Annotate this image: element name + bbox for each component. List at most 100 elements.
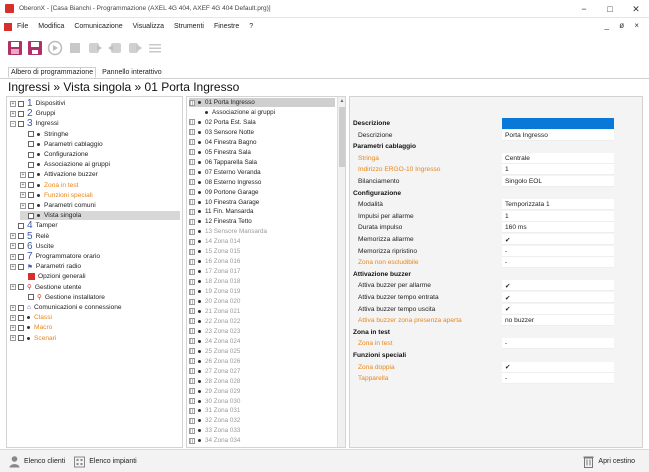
property-row[interactable]: Attiva buzzer tempo uscita ✔ [350,303,642,315]
expand-toggle-icon[interactable] [189,159,195,166]
zone-list-item[interactable]: 05 Finestra Sala [189,148,335,157]
stop-icon[interactable] [66,40,83,57]
checkbox[interactable] [18,314,24,321]
expand-toggle-icon[interactable] [189,407,195,414]
expand-toggle-icon[interactable] [189,398,195,404]
expand-toggle-icon[interactable] [189,268,195,275]
expand-toggle-icon[interactable]: − [10,120,16,127]
property-row[interactable]: Zona doppia ✔ [350,361,642,373]
client-list-button[interactable]: Elenco clienti [8,455,65,468]
checkbox[interactable] [18,335,24,342]
zone-list-item[interactable]: 15 Zona 015 [189,247,335,256]
tree-item[interactable]: + Zona in test [20,181,78,190]
maximize-button[interactable]: □ [597,0,623,18]
property-row[interactable]: Descrizione Porta Ingresso [350,129,642,141]
property-value-box[interactable] [502,292,614,303]
property-value-box[interactable] [502,210,614,222]
expand-toggle-icon[interactable] [189,208,195,215]
expand-toggle-icon[interactable]: + [20,171,26,178]
property-row[interactable]: Tapparella - [350,373,642,385]
checkbox[interactable] [28,192,34,199]
zone-list-item[interactable]: Associazione ai gruppi [189,108,335,117]
zone-list-item[interactable]: 25 Zona 025 [189,347,335,356]
zone-list-item[interactable]: 33 Zona 033 [189,426,335,435]
property-row[interactable]: Indirizzo ERGO-10 Ingresso 1 [350,164,642,176]
expand-toggle-icon[interactable]: + [10,304,16,311]
expand-toggle-icon[interactable] [189,238,195,245]
zone-list-item[interactable]: 22 Zona 022 [189,317,335,326]
property-row[interactable]: Zona non escludibile - [350,257,642,269]
checkbox[interactable] [18,304,24,311]
tree-item[interactable]: + Scenari [10,334,56,343]
tree-item[interactable]: + Funzioni speciali [20,191,93,200]
checkbox[interactable] [18,233,24,240]
tree-item[interactable]: + ⚲ Gestione utente [10,283,81,292]
zone-list-item[interactable]: 09 Portone Garage [189,188,335,197]
menu-help[interactable]: ? [249,23,253,30]
zone-list-item[interactable]: 20 Zona 020 [189,297,335,306]
zone-list-item[interactable]: 13 Sensore Mansarda [189,227,335,236]
expand-toggle-icon[interactable] [189,179,195,186]
property-value-box[interactable] [502,280,614,292]
expand-toggle-icon[interactable]: + [10,110,16,117]
save-icon[interactable] [26,40,43,57]
checkbox[interactable] [18,110,24,117]
minimize-button[interactable]: − [571,0,597,18]
zone-list-item[interactable]: 04 Finestra Bagno [189,138,335,147]
download-icon[interactable] [106,40,123,57]
expand-toggle-icon[interactable] [189,99,195,106]
expand-toggle-icon[interactable]: + [10,253,16,260]
property-row[interactable]: Attiva buzzer tempo entrata ✔ [350,292,642,303]
property-value-box[interactable] [502,373,614,385]
property-row[interactable]: Attiva buzzer per allarme ✔ [350,280,642,292]
expand-toggle-icon[interactable] [189,308,195,315]
system-list-button[interactable]: Elenco impianti [73,455,137,468]
expand-toggle-icon[interactable] [189,189,195,196]
menu-comunicazione[interactable]: Comunicazione [74,23,122,30]
zone-list-item[interactable]: 30 Zona 030 [189,397,335,406]
checkbox[interactable] [28,294,34,301]
property-row[interactable]: Zona in test - [350,338,642,350]
zone-list-item[interactable]: 27 Zona 027 [189,367,335,376]
expand-toggle-icon[interactable] [189,228,195,235]
tree-item[interactable]: + Parametri comuni [20,201,96,210]
zone-list-item[interactable]: 17 Zona 017 [189,267,335,276]
zone-list-item[interactable]: 11 Fin. Mansarda [189,207,335,216]
menu-finestre[interactable]: Finestre [214,23,239,30]
expand-toggle-icon[interactable] [189,437,195,444]
checkbox[interactable] [28,151,34,158]
menu-file[interactable]: File [17,23,28,30]
tree-item[interactable]: Stringhe [20,130,69,139]
checkbox[interactable] [18,284,24,291]
tree-item[interactable]: ⚲ Gestione installatore [20,293,105,302]
property-row[interactable]: Stringa Centrale [350,152,642,164]
property-row[interactable]: Attiva buzzer zona presenza aperta no buz… [350,315,642,327]
expand-toggle-icon[interactable] [189,328,195,335]
tree-item[interactable]: + Attivazione buzzer [20,170,98,179]
checkbox[interactable] [18,243,24,250]
mdi-window-controls[interactable]: _ ø × [605,21,643,30]
zone-list-item[interactable]: 21 Zona 021 [189,307,335,316]
property-row[interactable]: Bilanciamento Singolo EOL [350,176,642,187]
expand-toggle-icon[interactable] [189,427,195,434]
tab-programming-tree[interactable]: Albero di programmazione [8,67,97,78]
expand-toggle-icon[interactable] [189,288,195,295]
expand-toggle-icon[interactable]: + [10,100,16,107]
property-value-box[interactable] [502,338,614,350]
expand-toggle-icon[interactable]: + [10,233,16,240]
open-trash-button[interactable]: Apri cestino [582,455,635,468]
tree-item[interactable]: + ⚑ Parametri radio [10,262,81,271]
checkbox[interactable] [18,324,24,331]
menu-strumenti[interactable]: Strumenti [174,23,204,30]
checkbox[interactable] [18,253,24,260]
menu-modifica[interactable]: Modifica [38,23,64,30]
expand-toggle-icon[interactable]: + [20,202,26,209]
tree-item[interactable]: − 3 Ingressi [10,119,59,129]
zone-list-item[interactable]: 03 Sensore Notte [189,128,335,137]
expand-toggle-icon[interactable] [189,248,195,255]
property-row[interactable]: Impulsi per allarme 1 [350,210,642,222]
property-row[interactable]: Durata impulso 160 ms [350,222,642,234]
expand-toggle-icon[interactable] [189,417,195,424]
zone-list-item[interactable]: 07 Esterno Veranda [189,168,335,177]
expand-toggle-icon[interactable] [189,358,195,365]
